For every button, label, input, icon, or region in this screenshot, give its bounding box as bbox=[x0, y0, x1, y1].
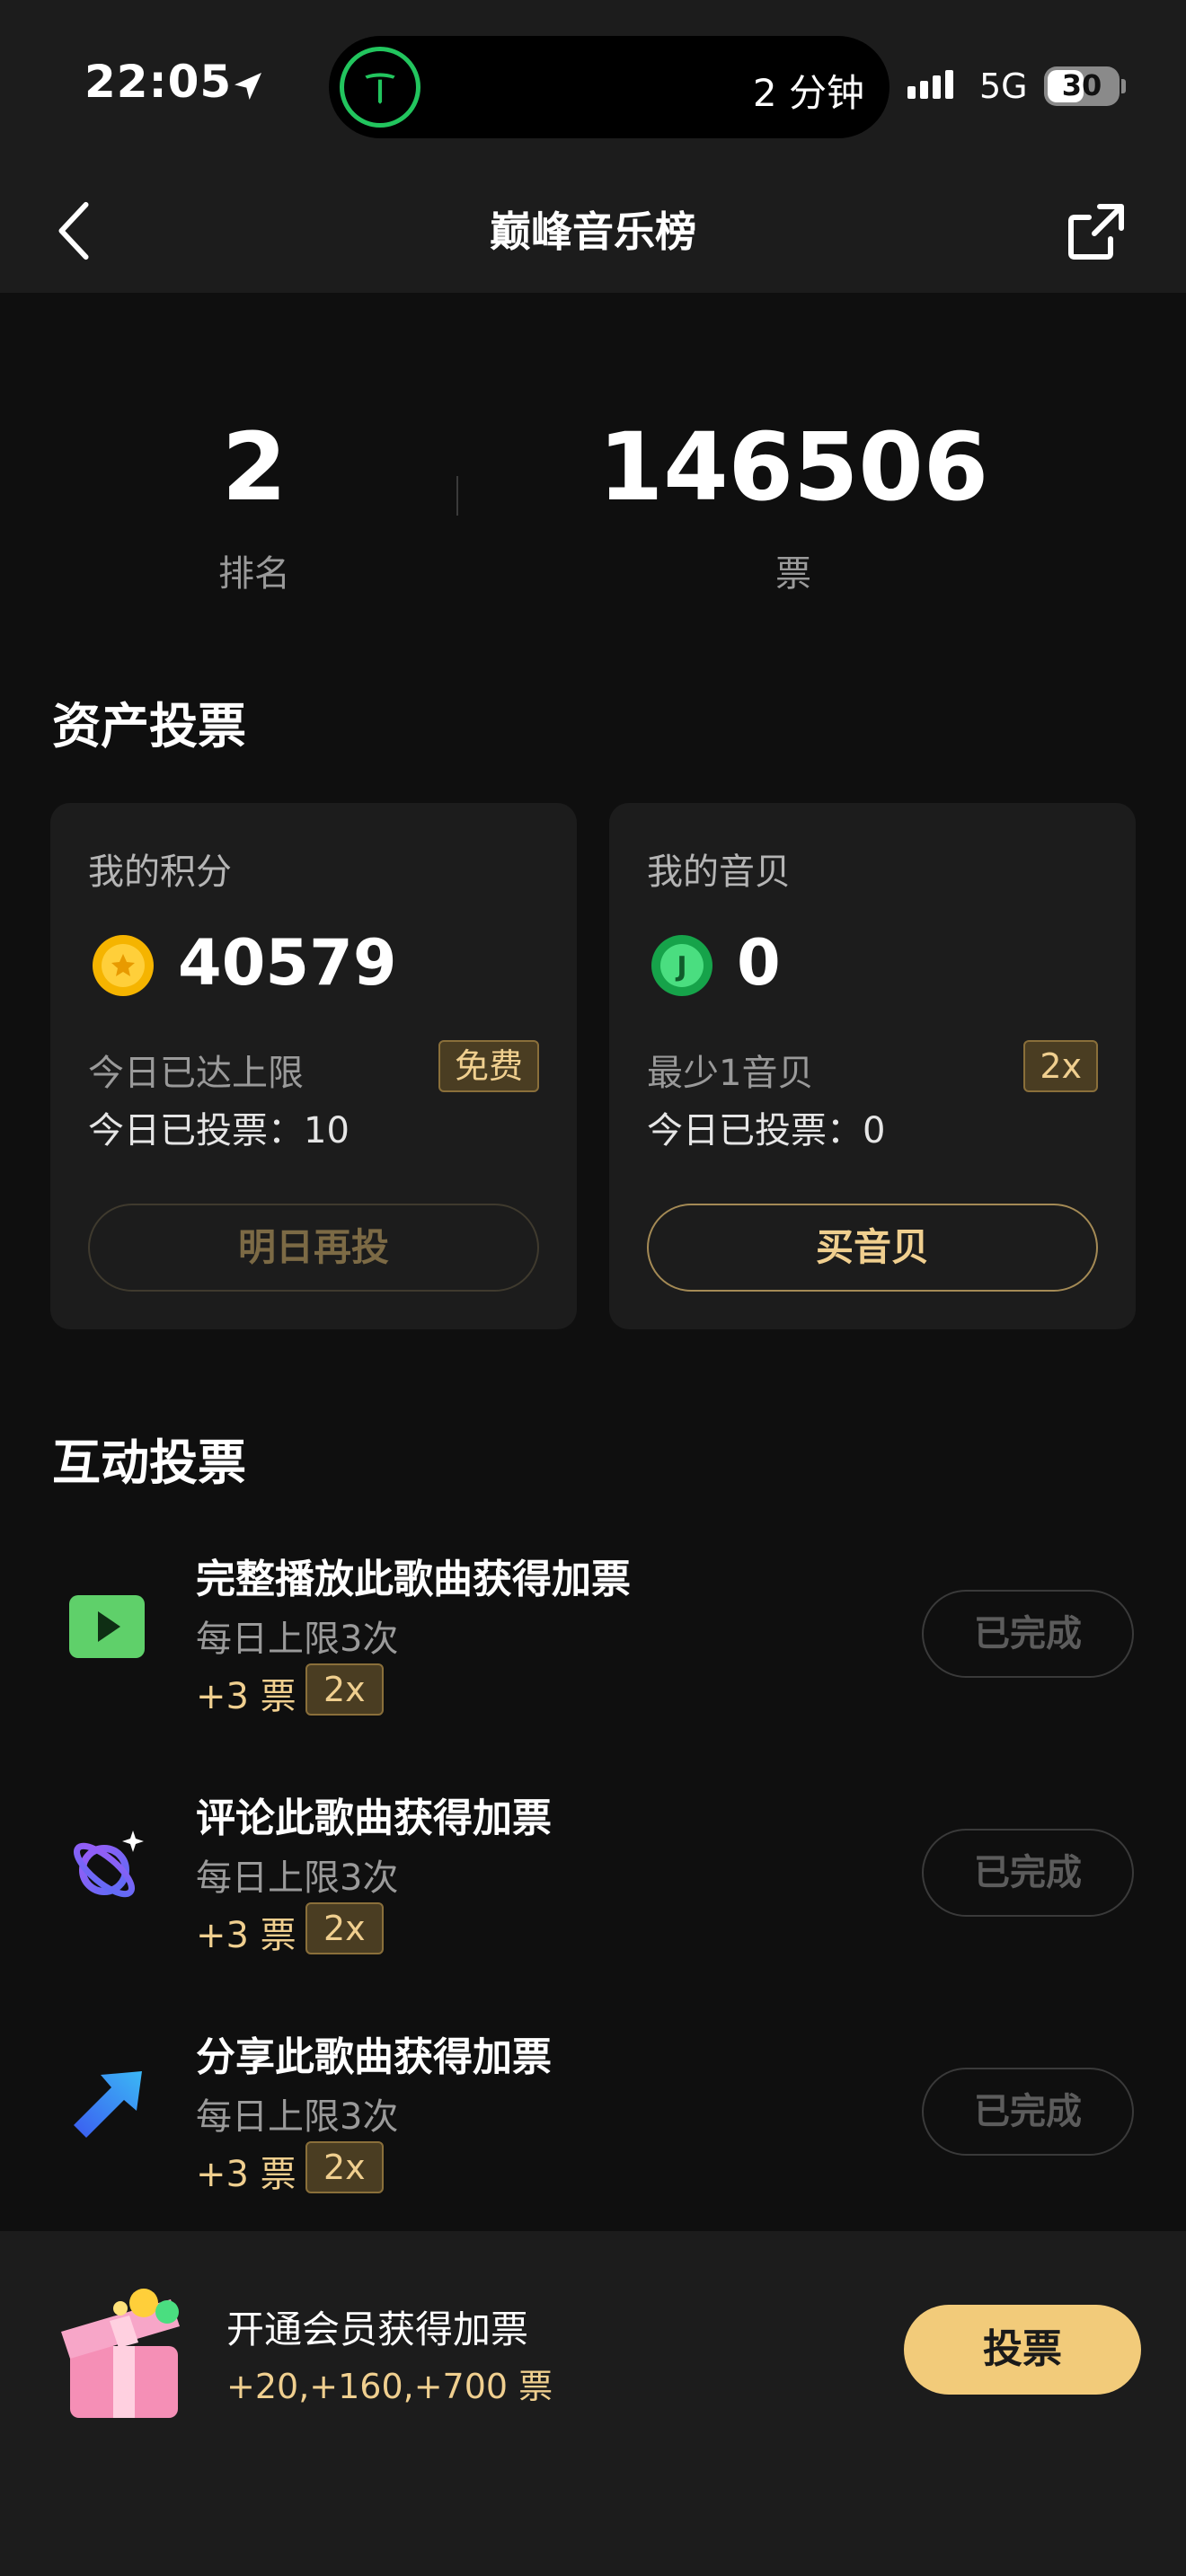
task-completed-button[interactable]: 已完成 bbox=[922, 1829, 1134, 1917]
interaction-voting-title: 互动投票 bbox=[52, 1434, 246, 1491]
task-completed-button[interactable]: 已完成 bbox=[922, 1590, 1134, 1678]
votes-stat: 146506 票 bbox=[593, 420, 994, 596]
play-icon bbox=[69, 1595, 145, 1658]
shell-coin-icon: J bbox=[651, 935, 712, 996]
task-multiplier-badge: 2x bbox=[305, 1663, 384, 1716]
task-row-comment: 评论此歌曲获得加票 每日上限3次 +3 票 2x 已完成 bbox=[0, 1786, 1186, 1983]
shell-voted-today: 今日已投票：0 bbox=[647, 1110, 886, 1151]
shell-card: 我的音贝 J 0 最少1音贝 2x 今日已投票：0 买音贝 bbox=[609, 803, 1136, 1329]
status-time: 22:05 bbox=[84, 56, 233, 108]
share-arrow-icon bbox=[74, 2071, 142, 2138]
points-coin-icon bbox=[93, 935, 154, 996]
page-title: 巅峰音乐榜 bbox=[490, 207, 696, 256]
svg-text:J: J bbox=[675, 951, 686, 983]
signal-icon bbox=[907, 70, 953, 99]
task-limit: 每日上限3次 bbox=[196, 1619, 399, 1660]
points-voted-today: 今日已投票：10 bbox=[88, 1110, 350, 1151]
gift-box-icon bbox=[61, 2289, 180, 2418]
live-activity-text: 2 分钟 bbox=[752, 71, 864, 115]
task-limit: 每日上限3次 bbox=[196, 1857, 399, 1899]
tesla-logo-icon bbox=[340, 47, 420, 128]
task-row-play: 完整播放此歌曲获得加票 每日上限3次 +3 票 2x 已完成 bbox=[0, 1547, 1186, 1744]
votes-value: 146506 bbox=[597, 412, 989, 522]
buy-shell-button[interactable]: 买音贝 bbox=[647, 1204, 1098, 1292]
free-badge: 免费 bbox=[438, 1040, 539, 1092]
votes-label: 票 bbox=[775, 553, 811, 595]
shell-minimum-text: 最少1音贝 bbox=[647, 1053, 814, 1094]
task-completed-button[interactable]: 已完成 bbox=[922, 2068, 1134, 2156]
membership-title: 开通会员获得加票 bbox=[226, 2307, 529, 2351]
location-arrow-icon bbox=[235, 73, 261, 100]
task-multiplier-badge: 2x bbox=[305, 1902, 384, 1954]
task-title: 完整播放此歌曲获得加票 bbox=[196, 1557, 631, 1602]
rank-stat: 2 排名 bbox=[144, 420, 365, 596]
dynamic-island[interactable]: 2 分钟 bbox=[329, 36, 890, 138]
rank-value: 2 bbox=[221, 412, 288, 522]
task-bonus: +3 票 bbox=[196, 2154, 296, 2195]
battery-level: 30 bbox=[1061, 68, 1102, 102]
task-bonus: +3 票 bbox=[196, 1676, 296, 1717]
network-type: 5G bbox=[979, 66, 1028, 106]
shell-amount: 0 bbox=[737, 926, 781, 1000]
share-button[interactable] bbox=[1064, 199, 1128, 264]
task-multiplier-badge: 2x bbox=[305, 2141, 384, 2193]
stat-divider bbox=[456, 476, 458, 516]
vote-tomorrow-button[interactable]: 明日再投 bbox=[88, 1204, 539, 1292]
multiplier-badge: 2x bbox=[1023, 1040, 1098, 1092]
bottom-bar: 开通会员获得加票 +20,+160,+700 票 投票 bbox=[0, 2231, 1186, 2576]
shell-label: 我的音贝 bbox=[647, 851, 791, 893]
planet-icon bbox=[74, 1831, 144, 1898]
rank-label: 排名 bbox=[218, 553, 290, 595]
top-bar: 22:05 2 分钟 5G 30 巅峰音乐榜 bbox=[0, 0, 1186, 293]
battery-tip bbox=[1121, 79, 1126, 93]
task-row-share: 分享此歌曲获得加票 每日上限3次 +3 票 2x 已完成 bbox=[0, 2025, 1186, 2222]
asset-voting-title: 资产投票 bbox=[52, 698, 246, 754]
points-label: 我的积分 bbox=[88, 851, 232, 893]
points-amount: 40579 bbox=[178, 926, 397, 1000]
vote-button[interactable]: 投票 bbox=[904, 2305, 1141, 2395]
task-limit: 每日上限3次 bbox=[196, 2096, 399, 2138]
battery-icon: 30 bbox=[1044, 66, 1120, 106]
task-bonus: +3 票 bbox=[196, 1915, 296, 1956]
points-limit-text: 今日已达上限 bbox=[88, 1053, 304, 1094]
points-card: 我的积分 40579 今日已达上限 免费 今日已投票：10 明日再投 bbox=[50, 803, 577, 1329]
task-title: 评论此歌曲获得加票 bbox=[196, 1795, 552, 1841]
membership-bonus: +20,+160,+700 票 bbox=[226, 2367, 553, 2406]
task-title: 分享此歌曲获得加票 bbox=[196, 2034, 552, 2080]
